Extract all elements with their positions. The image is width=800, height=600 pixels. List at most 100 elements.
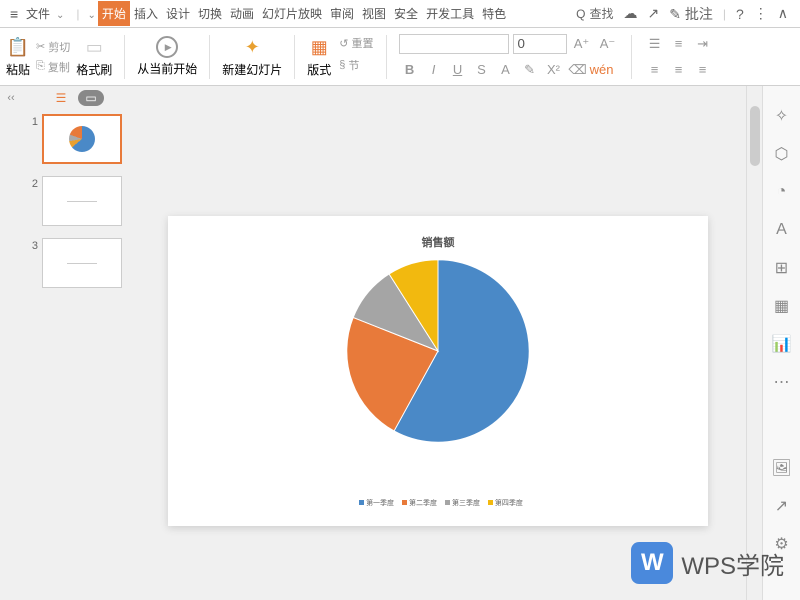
format-painter-button[interactable]: ▭ 格式刷	[76, 35, 112, 78]
increase-font-icon[interactable]: A⁺	[571, 33, 593, 55]
pinyin-button[interactable]: wén	[591, 59, 613, 81]
align-right-button[interactable]: ≡	[692, 59, 714, 81]
slide-thumb-2[interactable]: 2	[28, 176, 124, 226]
share-icon[interactable]: ↗	[647, 5, 659, 22]
decrease-font-icon[interactable]: A⁻	[597, 33, 619, 55]
text-icon[interactable]: A	[772, 220, 792, 240]
bullets-button[interactable]: ☰	[644, 33, 666, 55]
paste-icon: 📋	[6, 35, 30, 59]
scissors-icon: ✂	[36, 40, 45, 53]
help-icon[interactable]: ?	[736, 6, 744, 22]
search-label: 查找	[589, 5, 613, 22]
indent-button[interactable]: ⇥	[692, 33, 714, 55]
cloud-icon[interactable]: ☁	[623, 5, 637, 22]
superscript-button[interactable]: X²	[543, 59, 565, 81]
font-family-select[interactable]	[399, 34, 509, 54]
ribbon: 📋 粘贴 ✂剪切 ⎘复制 ▭ 格式刷 从当前开始 ✦ 新建幻灯片 ▦ 版式 ↺重…	[0, 28, 800, 86]
tab-slideshow[interactable]: 幻灯片放映	[258, 1, 326, 26]
annotate-button[interactable]: ✎ 批注	[669, 4, 713, 24]
tab-view[interactable]: 视图	[358, 1, 390, 26]
tab-animation[interactable]: 动画	[226, 1, 258, 26]
slide-panel: ☰ ▭ 1 2 3	[22, 86, 130, 600]
play-label: 从当前开始	[137, 60, 197, 77]
file-menu[interactable]: 文件	[4, 3, 70, 24]
clear-format-button[interactable]: ⌫	[567, 59, 589, 81]
workspace: ‹‹ ☰ ▭ 1 2 3 销售额 第一季度 第	[0, 86, 800, 600]
align-center-button[interactable]: ≡	[668, 59, 690, 81]
reset-icon: ↺	[339, 37, 348, 50]
menubar: 文件 | 开始 插入 设计 切换 动画 幻灯片放映 审阅 视图 安全 开发工具 …	[0, 0, 800, 28]
paste-button[interactable]: 📋 粘贴	[6, 35, 30, 78]
export-icon[interactable]: ↗	[772, 496, 792, 516]
tab-security[interactable]: 安全	[390, 1, 422, 26]
layout-label: 版式	[307, 61, 331, 78]
numbering-button[interactable]: ≡	[668, 33, 690, 55]
play-from-current-button[interactable]: 从当前开始	[137, 36, 197, 77]
image-icon[interactable]: 🖼	[772, 458, 792, 478]
outline-view-button[interactable]: ☰	[48, 90, 74, 106]
shape-icon[interactable]: ⬡	[772, 144, 792, 164]
slide-preview	[42, 114, 122, 164]
slide-thumb-3[interactable]: 3	[28, 238, 124, 288]
ribbon-tabs: 开始 插入 设计 切换 动画 幻灯片放映 审阅 视图 安全 开发工具 特色	[98, 1, 510, 26]
qat-dropdown[interactable]	[86, 7, 96, 21]
tab-design[interactable]: 设计	[162, 1, 194, 26]
scrollbar-thumb[interactable]	[750, 106, 760, 166]
separator	[631, 35, 632, 79]
brush-icon: ▭	[82, 35, 106, 59]
tab-review[interactable]: 审阅	[326, 1, 358, 26]
paste-label: 粘贴	[6, 61, 30, 78]
align-left-button[interactable]: ≡	[644, 59, 666, 81]
search-box[interactable]: Q 查找	[576, 5, 613, 22]
more-icon[interactable]: ⋯	[772, 372, 792, 392]
tab-devtools[interactable]: 开发工具	[422, 1, 478, 26]
section-icon: §	[339, 59, 345, 71]
table-icon[interactable]: ⊞	[772, 258, 792, 278]
slide-number: 3	[28, 238, 38, 288]
separator	[124, 35, 125, 79]
mini-pie-icon	[69, 126, 95, 152]
slide-canvas[interactable]: 销售额 第一季度 第二季度 第三季度 第四季度	[168, 216, 708, 526]
tab-home[interactable]: 开始	[98, 1, 130, 26]
separator	[294, 35, 295, 79]
magic-icon[interactable]: ✧	[772, 106, 792, 126]
watermark: W WPS学院	[631, 542, 784, 584]
slide-thumb-1[interactable]: 1	[28, 114, 124, 164]
tab-special[interactable]: 特色	[478, 1, 510, 26]
more-icon[interactable]: ⋮	[754, 5, 768, 22]
chart-icon[interactable]: 📊	[772, 334, 792, 354]
layout-button[interactable]: ▦ 版式	[307, 35, 331, 78]
copy-label: 复制	[48, 59, 70, 75]
copy-button[interactable]: ⎘复制	[36, 59, 70, 75]
annotate-label: 批注	[685, 6, 713, 22]
underline-button[interactable]: U	[447, 59, 469, 81]
play-icon	[156, 36, 178, 58]
panel-collapse-button[interactable]: ‹‹	[0, 86, 22, 600]
grid-icon[interactable]: ▦	[772, 296, 792, 316]
bold-button[interactable]: B	[399, 59, 421, 81]
italic-button[interactable]: I	[423, 59, 445, 81]
font-color-button[interactable]: A	[495, 59, 517, 81]
style-icon[interactable]: ◔	[772, 182, 792, 202]
copy-icon: ⎘	[36, 60, 45, 73]
menu-left: 文件 | 开始 插入 设计 切换 动画 幻灯片放映 审阅 视图 安全 开发工具 …	[4, 1, 510, 26]
slide-number: 1	[28, 114, 38, 164]
tab-transition[interactable]: 切换	[194, 1, 226, 26]
slide-preview	[42, 176, 122, 226]
separator	[209, 35, 210, 79]
font-size-select[interactable]	[513, 34, 567, 54]
cut-label: 剪切	[48, 39, 70, 55]
collapse-ribbon-icon[interactable]: ∧	[778, 5, 788, 22]
placeholder-line	[67, 201, 97, 202]
thumbnail-view-button[interactable]: ▭	[78, 90, 104, 106]
cut-button[interactable]: ✂剪切	[36, 39, 70, 55]
tab-insert[interactable]: 插入	[130, 1, 162, 26]
reset-button[interactable]: ↺重置	[339, 35, 373, 51]
highlight-button[interactable]: ✎	[519, 59, 541, 81]
wps-logo-icon: W	[631, 542, 673, 584]
separator: |	[76, 7, 79, 21]
section-button[interactable]: §节	[339, 57, 373, 73]
vertical-scrollbar[interactable]	[746, 86, 762, 600]
new-slide-button[interactable]: ✦ 新建幻灯片	[222, 35, 282, 78]
strikethrough-button[interactable]: S	[471, 59, 493, 81]
